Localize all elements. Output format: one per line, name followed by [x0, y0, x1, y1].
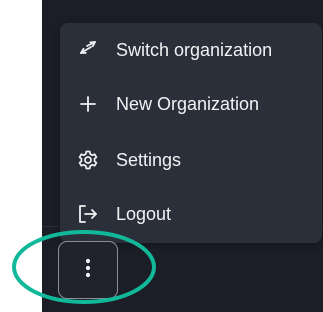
plus-icon — [77, 93, 99, 115]
vertical-ellipsis-icon — [84, 257, 92, 284]
menu-item-settings[interactable]: Settings — [60, 137, 322, 183]
menu-item-new-organization[interactable]: New Organization — [60, 81, 322, 127]
menu-item-label: Logout — [116, 203, 172, 224]
gear-icon — [77, 149, 99, 171]
menu-item-label: Settings — [116, 149, 182, 170]
switch-arrows-icon — [77, 39, 99, 61]
menu-item-switch-organization[interactable]: Switch organization — [60, 27, 322, 73]
menu-item-label: Switch organization — [116, 39, 273, 60]
more-options-button[interactable] — [58, 241, 118, 299]
logout-icon — [77, 203, 99, 225]
menu-item-logout[interactable]: Logout — [60, 191, 322, 237]
organization-menu: Switch organization New Organization Set… — [60, 23, 322, 243]
menu-item-label: New Organization — [116, 93, 260, 114]
